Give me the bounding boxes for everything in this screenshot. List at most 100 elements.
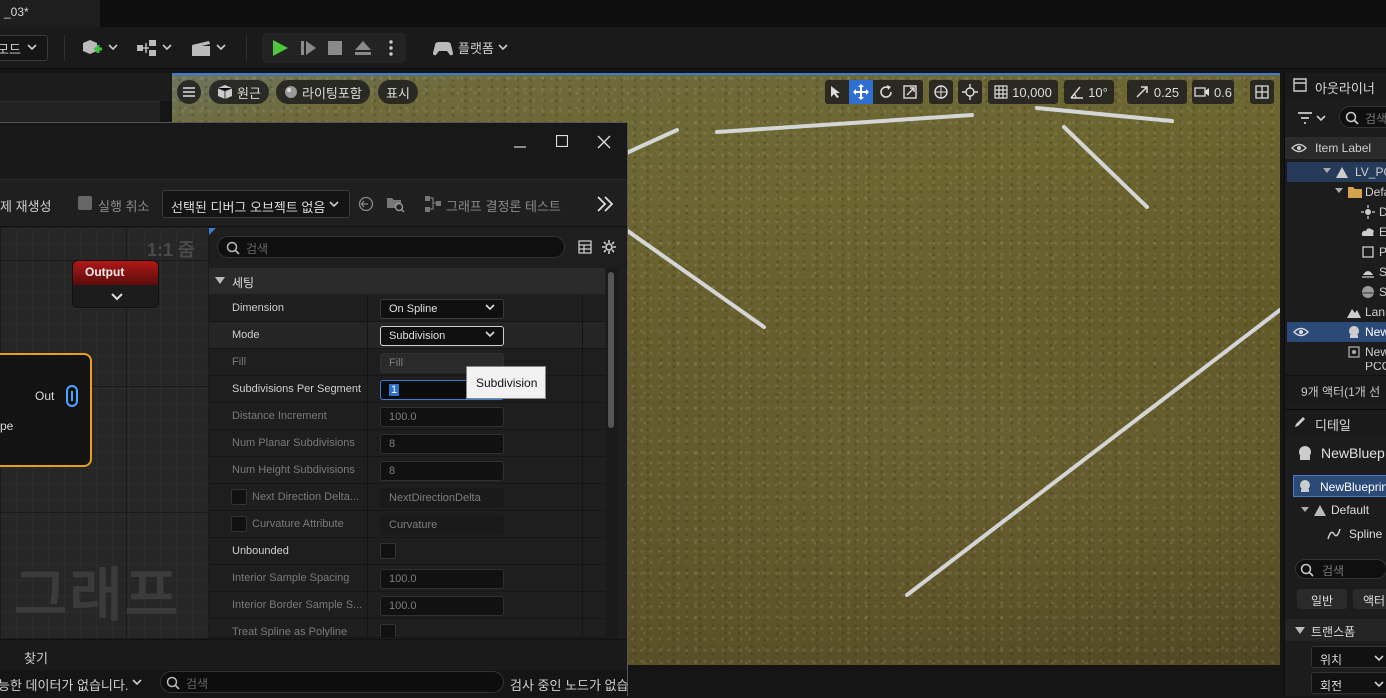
select-arrow-icon[interactable] [830,85,842,99]
lighting-button[interactable]: 라이팅포함 [276,80,370,104]
cinematics-button[interactable] [190,38,226,58]
spline-sampler-node[interactable]: Out pe [0,353,92,467]
advance-frame-icon[interactable] [300,40,318,56]
outliner-item[interactable]: S [1287,262,1386,282]
outliner-item-folder[interactable]: Defa [1287,182,1386,202]
actor-tab[interactable]: 액터 [1353,589,1386,609]
out-pin-icon[interactable] [66,385,78,407]
stop-icon[interactable] [328,41,342,55]
chevron-down-icon [1323,168,1331,173]
angle-value: 10° [1088,84,1108,100]
outliner-item[interactable]: New [1287,342,1386,362]
find-search-input[interactable]: 검색 [160,671,504,693]
outliner-item[interactable]: S [1287,282,1386,302]
item-label-column[interactable]: Item Label [1315,141,1371,155]
treat-spline-polyline-checkbox[interactable] [380,624,396,637]
double-chevron-right-icon[interactable] [596,195,614,213]
num-height-subdivisions-input[interactable]: 8 [380,461,504,481]
pcg-graph-editor-window: 제 재생성 실행 취소 선택된 디버그 오브젝트 없음 그래프 결정론 테스트 … [0,122,628,698]
component-spline[interactable]: Spline [1293,523,1386,545]
add-cube-icon [83,40,102,54]
eject-icon[interactable] [354,40,372,56]
next-direction-delta-checkbox[interactable] [231,489,247,505]
back-arrow-icon[interactable] [358,196,374,212]
property-label: Dimension [232,302,284,314]
table-view-icon[interactable] [578,240,592,254]
minimize-icon[interactable] [514,141,526,153]
viewport-menu-button[interactable] [177,80,201,104]
find-tab[interactable]: 찾기 [24,648,48,667]
camera-speed-button[interactable]: 0.6 [1192,80,1234,104]
location-label: 위치 [1320,653,1343,667]
details-scrollbar-thumb[interactable] [608,272,614,428]
surface-snap-button[interactable] [958,80,982,104]
chevron-down-icon[interactable] [1316,115,1326,123]
translate-button[interactable] [849,80,873,104]
close-icon[interactable] [597,135,611,149]
mode-dropdown[interactable]: Subdivision [380,326,504,346]
details-search-field[interactable]: 검색 [1295,559,1386,579]
outliner-item-selected[interactable]: New [1287,322,1386,342]
grid-snap-button[interactable]: 10,000 [988,80,1058,104]
interior-border-sample-input[interactable]: 100.0 [380,596,504,616]
undo-button[interactable]: 실행 취소 [98,196,149,215]
find-search-placeholder: 검색 [186,677,209,691]
level-tab[interactable]: _03* [0,0,100,27]
outliner-item-landscape[interactable]: Lan [1287,302,1386,322]
outliner-item[interactable]: E [1287,222,1386,242]
eye-icon[interactable] [1293,327,1309,337]
transform-section-header[interactable]: 트랜스폼 [1285,619,1386,641]
gear-icon[interactable] [601,239,617,255]
rotation-snap-button[interactable]: 10° [1064,80,1114,104]
outliner-search-input[interactable]: 검색 [1339,106,1386,128]
regenerate-button[interactable]: 제 재생성 [0,196,51,215]
interior-sample-spacing-input[interactable]: 100.0 [380,569,504,589]
play-icon[interactable] [271,39,289,57]
component-root[interactable]: NewBlueprin [1293,475,1386,497]
outliner-item[interactable]: PCG [1287,362,1386,372]
graph-canvas[interactable]: 1:1 줌 그래프 Output Out pe [0,228,208,638]
mode-dropdown[interactable]: 모드 [0,35,48,61]
unbounded-checkbox[interactable] [380,543,396,559]
chevron-down-icon[interactable] [111,293,123,301]
filter-icon[interactable] [1297,111,1313,125]
next-direction-delta-input[interactable]: NextDirectionDelta [380,488,504,508]
perspective-button[interactable]: 원근 [209,80,269,104]
outliner-item[interactable]: P [1287,242,1386,262]
rotate-icon[interactable] [878,84,894,100]
blueprint-button[interactable] [136,38,172,58]
distance-increment-input[interactable]: 100.0 [380,407,504,427]
play-controls [262,33,406,63]
chevron-down-icon [1301,507,1309,512]
layout-button[interactable] [1250,80,1274,104]
eye-icon[interactable] [1291,143,1307,153]
rotation-dropdown[interactable]: 회전 [1311,672,1386,694]
num-planar-subdivisions-input[interactable]: 8 [380,434,504,454]
more-options-icon[interactable] [388,40,394,56]
component-default[interactable]: Default [1293,499,1386,521]
determinism-test-button[interactable]: 그래프 결정론 테스트 [446,196,561,215]
maximize-icon[interactable] [556,135,568,147]
curvature-attribute-input[interactable]: Curvature [380,515,504,535]
dimension-dropdown[interactable]: On Spline [380,299,504,319]
details-search-input[interactable]: 검색 [217,236,565,258]
debug-object-select[interactable]: 선택된 디버그 오브젝트 없음 [162,190,350,218]
settings-section-header[interactable]: 세팅 [209,268,605,294]
location-dropdown[interactable]: 위치 [1311,646,1386,668]
interior-border-sample-value: 100.0 [389,600,417,612]
chevron-down-icon [485,304,495,311]
scale-snap-button[interactable]: 0.25 [1127,80,1187,104]
output-node[interactable]: Output [72,260,159,308]
inspect-data-dropdown[interactable]: 능한 데이터가 없습니다. [0,670,154,694]
folder-search-icon[interactable] [386,195,406,213]
general-tab[interactable]: 일반 [1297,589,1347,609]
scale-icon[interactable] [902,84,918,100]
show-button[interactable]: 표시 [378,80,418,104]
curvature-attribute-checkbox[interactable] [231,516,247,532]
platforms-button[interactable]: 플랫폼 [432,38,508,57]
add-actor-button[interactable] [80,38,118,58]
world-local-button[interactable] [929,80,953,104]
inspect-data-label: 능한 데이터가 없습니다. [0,678,129,693]
outliner-item[interactable]: D [1287,202,1386,222]
outliner-item-level[interactable]: LV_PC [1287,162,1386,182]
